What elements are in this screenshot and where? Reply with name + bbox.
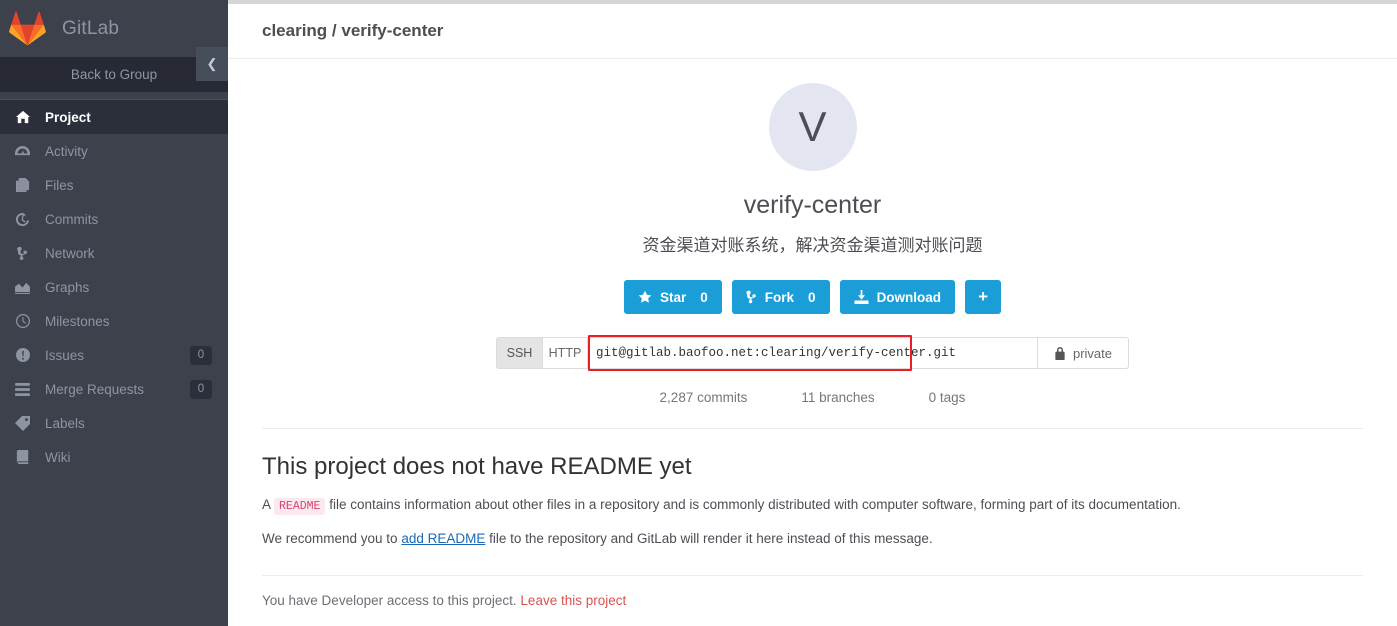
project-stats: 2,287 commits 11 branches 0 tags xyxy=(228,390,1397,405)
sidebar-item-label: Activity xyxy=(45,143,88,159)
sidebar-badge-issues: 0 xyxy=(190,345,212,365)
sidebar-item-graphs[interactable]: Graphs xyxy=(0,270,228,304)
breadcrumb-group[interactable]: clearing xyxy=(262,21,327,40)
exclamation-icon xyxy=(0,348,45,362)
sidebar-item-label: Files xyxy=(45,177,74,193)
lock-icon xyxy=(1055,346,1065,360)
main-content: clearing / verify-center V verify-center… xyxy=(228,4,1397,626)
sidebar-item-label: Labels xyxy=(45,415,85,431)
sidebar-item-issues[interactable]: Issues 0 xyxy=(0,338,228,372)
sidebar: GitLab ❮ Back to Group Project Activity xyxy=(0,0,228,626)
protocol-ssh-button[interactable]: SSH xyxy=(495,337,542,369)
clock-icon xyxy=(0,314,45,328)
code-fork-icon xyxy=(0,246,45,261)
area-chart-icon xyxy=(0,281,45,294)
protocol-http-label: HTTP xyxy=(548,346,582,360)
breadcrumb: clearing / verify-center xyxy=(262,21,443,41)
back-to-group-label: Back to Group xyxy=(70,67,158,82)
tag-icon xyxy=(0,415,45,431)
sidebar-item-label: Milestones xyxy=(45,313,110,329)
book-icon xyxy=(0,450,45,464)
sidebar-nav-list: Project Activity Files Commits Network G… xyxy=(0,100,228,474)
readme-description-line-2: We recommend you to add README file to t… xyxy=(262,530,1363,549)
add-button[interactable]: + xyxy=(965,280,1001,314)
dashboard-icon xyxy=(0,144,45,158)
project-avatar: V xyxy=(768,83,857,171)
sidebar-separator xyxy=(0,93,228,100)
files-icon xyxy=(0,178,45,192)
sidebar-item-label: Merge Requests xyxy=(45,381,145,397)
clone-url-input[interactable] xyxy=(587,337,1038,369)
sidebar-item-label: Issues xyxy=(45,347,85,363)
access-note: You have Developer access to this projec… xyxy=(228,576,1397,608)
breadcrumb-separator: / xyxy=(327,21,342,40)
sidebar-item-files[interactable]: Files xyxy=(0,168,228,202)
chevron-left-icon: ❮ xyxy=(206,56,218,71)
star-label: Star xyxy=(660,289,687,305)
sidebar-item-label: Commits xyxy=(45,211,99,227)
download-button[interactable]: Download xyxy=(839,280,956,314)
project-home: V verify-center 资金渠道对账系统，解决资金渠道测对账问题 Sta… xyxy=(228,59,1397,405)
sidebar-item-merge-requests[interactable]: Merge Requests 0 xyxy=(0,372,228,406)
readme-description-line-1: A README file contains information about… xyxy=(262,496,1363,515)
stat-commits[interactable]: 2,287 commits xyxy=(660,390,748,405)
star-count: 0 xyxy=(700,289,708,305)
protocol-ssh-label: SSH xyxy=(506,346,533,360)
readme-code-badge: README xyxy=(274,498,326,515)
readme-line1-before: A xyxy=(262,497,275,512)
clone-row: SSH HTTP private xyxy=(228,335,1397,371)
readme-empty-state: This project does not have README yet A … xyxy=(228,429,1397,549)
sidebar-item-wiki[interactable]: Wiki xyxy=(0,440,228,474)
readme-line2-after: file to the repository and GitLab will r… xyxy=(485,531,933,547)
gitlab-fox-logo-icon xyxy=(9,11,46,46)
avatar-letter: V xyxy=(798,103,827,150)
protocol-http-button[interactable]: HTTP xyxy=(541,337,588,369)
download-icon xyxy=(854,290,869,304)
back-to-group-link[interactable]: Back to Group xyxy=(0,57,228,93)
sidebar-item-label: Graphs xyxy=(45,279,90,295)
stat-branches[interactable]: 11 branches xyxy=(801,390,874,405)
sidebar-collapse-button[interactable]: ❮ xyxy=(196,47,228,81)
project-description: 资金渠道对账系统，解决资金渠道测对账问题 xyxy=(642,236,983,255)
fork-button[interactable]: Fork 0 xyxy=(731,280,830,314)
plus-icon: + xyxy=(978,287,988,306)
gitlab-project-page: GitLab ❮ Back to Group Project Activity xyxy=(0,0,1397,626)
sidebar-item-labels[interactable]: Labels xyxy=(0,406,228,440)
fork-label: Fork xyxy=(764,289,795,305)
sidebar-brand[interactable]: GitLab xyxy=(0,0,228,57)
readme-line1-after: file contains information about other fi… xyxy=(325,497,1181,512)
download-label: Download xyxy=(876,289,942,305)
history-icon xyxy=(0,211,45,227)
readme-title: This project does not have README yet xyxy=(262,453,692,480)
page-title: verify-center xyxy=(743,191,882,219)
sidebar-item-label: Network xyxy=(45,245,95,261)
fork-count: 0 xyxy=(808,289,816,305)
stat-tags[interactable]: 0 tags xyxy=(929,390,966,405)
sidebar-badge-merge-requests: 0 xyxy=(190,379,212,399)
sidebar-item-label: Wiki xyxy=(45,449,71,465)
readme-line2-before: We recommend you to xyxy=(262,531,402,547)
brand-name: GitLab xyxy=(62,17,120,39)
code-fork-icon xyxy=(746,290,756,304)
clone-input-wrap xyxy=(587,335,1038,371)
sidebar-item-activity[interactable]: Activity xyxy=(0,134,228,168)
clone-group: SSH HTTP private xyxy=(495,335,1130,371)
sidebar-item-label: Project xyxy=(45,109,91,125)
breadcrumb-project[interactable]: verify-center xyxy=(341,21,443,40)
project-actions: Star 0 Fork 0 Download + xyxy=(228,280,1397,314)
sidebar-item-commits[interactable]: Commits xyxy=(0,202,228,236)
home-icon xyxy=(0,110,45,124)
sidebar-item-network[interactable]: Network xyxy=(0,236,228,270)
breadcrumb-bar: clearing / verify-center xyxy=(228,4,1397,59)
visibility-label: private xyxy=(1072,345,1113,361)
leave-project-link[interactable]: Leave this project xyxy=(520,593,626,608)
star-icon xyxy=(638,290,652,303)
star-button[interactable]: Star 0 xyxy=(624,280,722,314)
sidebar-item-milestones[interactable]: Milestones xyxy=(0,304,228,338)
sidebar-item-project[interactable]: Project xyxy=(0,100,228,134)
add-readme-link[interactable]: add README xyxy=(401,531,485,546)
access-text: You have Developer access to this projec… xyxy=(262,592,517,608)
merge-request-icon xyxy=(0,382,45,396)
visibility-badge[interactable]: private xyxy=(1037,337,1130,369)
